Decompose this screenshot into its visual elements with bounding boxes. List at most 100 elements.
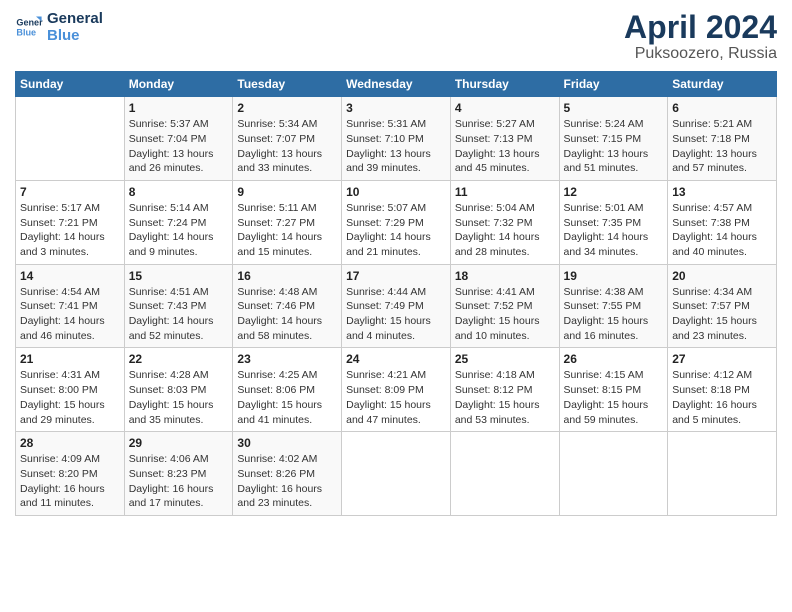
cell-info: Sunrise: 5:11 AM Sunset: 7:27 PM Dayligh… [237,201,337,260]
cell-date: 26 [564,352,664,366]
cell-date: 2 [237,101,337,115]
cell-info: Sunrise: 4:34 AM Sunset: 7:57 PM Dayligh… [672,285,772,344]
calendar-cell: 11 Sunrise: 5:04 AM Sunset: 7:32 PM Dayli… [450,180,559,264]
calendar-cell: 12 Sunrise: 5:01 AM Sunset: 7:35 PM Dayli… [559,180,668,264]
week-row-5: 28 Sunrise: 4:09 AM Sunset: 8:20 PM Dayli… [16,432,777,516]
calendar-cell: 26Sunrise: 4:15 AM Sunset: 8:15 PM Dayli… [559,348,668,432]
cell-info: Sunrise: 4:51 AM Sunset: 7:43 PM Dayligh… [129,285,229,344]
cell-date: 15 [129,269,229,283]
calendar-cell: 14Sunrise: 4:54 AM Sunset: 7:41 PM Dayli… [16,264,125,348]
calendar-cell [559,432,668,516]
calendar-cell: 17Sunrise: 4:44 AM Sunset: 7:49 PM Dayli… [342,264,451,348]
column-header-monday: Monday [124,72,233,97]
cell-date: 30 [237,436,337,450]
cell-info: Sunrise: 4:38 AM Sunset: 7:55 PM Dayligh… [564,285,664,344]
cell-date: 5 [564,101,664,115]
calendar-cell: 19 Sunrise: 4:38 AM Sunset: 7:55 PM Dayli… [559,264,668,348]
logo-text: General Blue [47,10,103,45]
week-row-1: 1 Sunrise: 5:37 AM Sunset: 7:04 PM Daylig… [16,97,777,181]
calendar-cell: 22Sunrise: 4:28 AM Sunset: 8:03 PM Dayli… [124,348,233,432]
calendar-cell: 9 Sunrise: 5:11 AM Sunset: 7:27 PM Daylig… [233,180,342,264]
cell-info: Sunrise: 5:31 AM Sunset: 7:10 PM Dayligh… [346,117,446,176]
calendar-cell: 27 Sunrise: 4:12 AM Sunset: 8:18 PM Dayli… [668,348,777,432]
cell-info: Sunrise: 4:28 AM Sunset: 8:03 PM Dayligh… [129,368,229,427]
logo: General Blue General Blue [15,10,103,45]
calendar-cell: 5 Sunrise: 5:24 AM Sunset: 7:15 PM Daylig… [559,97,668,181]
cell-info: Sunrise: 4:21 AM Sunset: 8:09 PM Dayligh… [346,368,446,427]
calendar-cell [342,432,451,516]
calendar-cell: 20 Sunrise: 4:34 AM Sunset: 7:57 PM Dayli… [668,264,777,348]
calendar-cell: 2 Sunrise: 5:34 AM Sunset: 7:07 PM Daylig… [233,97,342,181]
column-header-thursday: Thursday [450,72,559,97]
week-row-2: 7Sunrise: 5:17 AM Sunset: 7:21 PM Daylig… [16,180,777,264]
cell-date: 10 [346,185,446,199]
calendar-cell [668,432,777,516]
cell-date: 21 [20,352,120,366]
cell-date: 8 [129,185,229,199]
cell-info: Sunrise: 5:17 AM Sunset: 7:21 PM Dayligh… [20,201,120,260]
calendar-cell: 24Sunrise: 4:21 AM Sunset: 8:09 PM Dayli… [342,348,451,432]
sub-title: Puksoozero, Russia [624,45,777,63]
calendar-cell: 28 Sunrise: 4:09 AM Sunset: 8:20 PM Dayli… [16,432,125,516]
cell-info: Sunrise: 5:04 AM Sunset: 7:32 PM Dayligh… [455,201,555,260]
cell-info: Sunrise: 5:37 AM Sunset: 7:04 PM Dayligh… [129,117,229,176]
cell-date: 29 [129,436,229,450]
column-header-sunday: Sunday [16,72,125,97]
cell-info: Sunrise: 4:18 AM Sunset: 8:12 PM Dayligh… [455,368,555,427]
calendar-cell: 3Sunrise: 5:31 AM Sunset: 7:10 PM Daylig… [342,97,451,181]
calendar-cell: 23 Sunrise: 4:25 AM Sunset: 8:06 PM Dayli… [233,348,342,432]
cell-info: Sunrise: 5:01 AM Sunset: 7:35 PM Dayligh… [564,201,664,260]
cell-info: Sunrise: 5:14 AM Sunset: 7:24 PM Dayligh… [129,201,229,260]
cell-info: Sunrise: 4:12 AM Sunset: 8:18 PM Dayligh… [672,368,772,427]
cell-date: 13 [672,185,772,199]
calendar-cell: 25 Sunrise: 4:18 AM Sunset: 8:12 PM Dayli… [450,348,559,432]
cell-info: Sunrise: 5:21 AM Sunset: 7:18 PM Dayligh… [672,117,772,176]
cell-date: 9 [237,185,337,199]
cell-info: Sunrise: 5:07 AM Sunset: 7:29 PM Dayligh… [346,201,446,260]
week-row-4: 21Sunrise: 4:31 AM Sunset: 8:00 PM Dayli… [16,348,777,432]
calendar-cell: 10 Sunrise: 5:07 AM Sunset: 7:29 PM Dayli… [342,180,451,264]
column-header-friday: Friday [559,72,668,97]
cell-date: 20 [672,269,772,283]
cell-date: 14 [20,269,120,283]
cell-date: 4 [455,101,555,115]
column-header-wednesday: Wednesday [342,72,451,97]
cell-date: 19 [564,269,664,283]
column-header-tuesday: Tuesday [233,72,342,97]
cell-info: Sunrise: 5:34 AM Sunset: 7:07 PM Dayligh… [237,117,337,176]
calendar-cell: 8 Sunrise: 5:14 AM Sunset: 7:24 PM Daylig… [124,180,233,264]
cell-date: 12 [564,185,664,199]
cell-date: 1 [129,101,229,115]
cell-date: 6 [672,101,772,115]
calendar-cell: 13Sunrise: 4:57 AM Sunset: 7:38 PM Dayli… [668,180,777,264]
cell-date: 23 [237,352,337,366]
calendar-cell: 21Sunrise: 4:31 AM Sunset: 8:00 PM Dayli… [16,348,125,432]
calendar-table: SundayMondayTuesdayWednesdayThursdayFrid… [15,71,777,516]
calendar-cell [450,432,559,516]
cell-info: Sunrise: 4:25 AM Sunset: 8:06 PM Dayligh… [237,368,337,427]
cell-info: Sunrise: 4:06 AM Sunset: 8:23 PM Dayligh… [129,452,229,511]
cell-info: Sunrise: 5:24 AM Sunset: 7:15 PM Dayligh… [564,117,664,176]
cell-info: Sunrise: 4:09 AM Sunset: 8:20 PM Dayligh… [20,452,120,511]
cell-date: 28 [20,436,120,450]
cell-date: 25 [455,352,555,366]
svg-text:Blue: Blue [16,28,36,38]
column-header-saturday: Saturday [668,72,777,97]
main-container: General Blue General Blue April 2024 Puk… [0,0,792,526]
calendar-cell: 4 Sunrise: 5:27 AM Sunset: 7:13 PM Daylig… [450,97,559,181]
cell-info: Sunrise: 5:27 AM Sunset: 7:13 PM Dayligh… [455,117,555,176]
cell-info: Sunrise: 4:48 AM Sunset: 7:46 PM Dayligh… [237,285,337,344]
calendar-cell: 15 Sunrise: 4:51 AM Sunset: 7:43 PM Dayli… [124,264,233,348]
cell-date: 27 [672,352,772,366]
calendar-cell: 1 Sunrise: 5:37 AM Sunset: 7:04 PM Daylig… [124,97,233,181]
cell-info: Sunrise: 4:02 AM Sunset: 8:26 PM Dayligh… [237,452,337,511]
title-block: April 2024 Puksoozero, Russia [624,10,777,63]
cell-info: Sunrise: 4:41 AM Sunset: 7:52 PM Dayligh… [455,285,555,344]
week-row-3: 14Sunrise: 4:54 AM Sunset: 7:41 PM Dayli… [16,264,777,348]
cell-date: 17 [346,269,446,283]
cell-date: 11 [455,185,555,199]
calendar-cell: 7Sunrise: 5:17 AM Sunset: 7:21 PM Daylig… [16,180,125,264]
cell-date: 18 [455,269,555,283]
calendar-header-row: SundayMondayTuesdayWednesdayThursdayFrid… [16,72,777,97]
calendar-cell [16,97,125,181]
